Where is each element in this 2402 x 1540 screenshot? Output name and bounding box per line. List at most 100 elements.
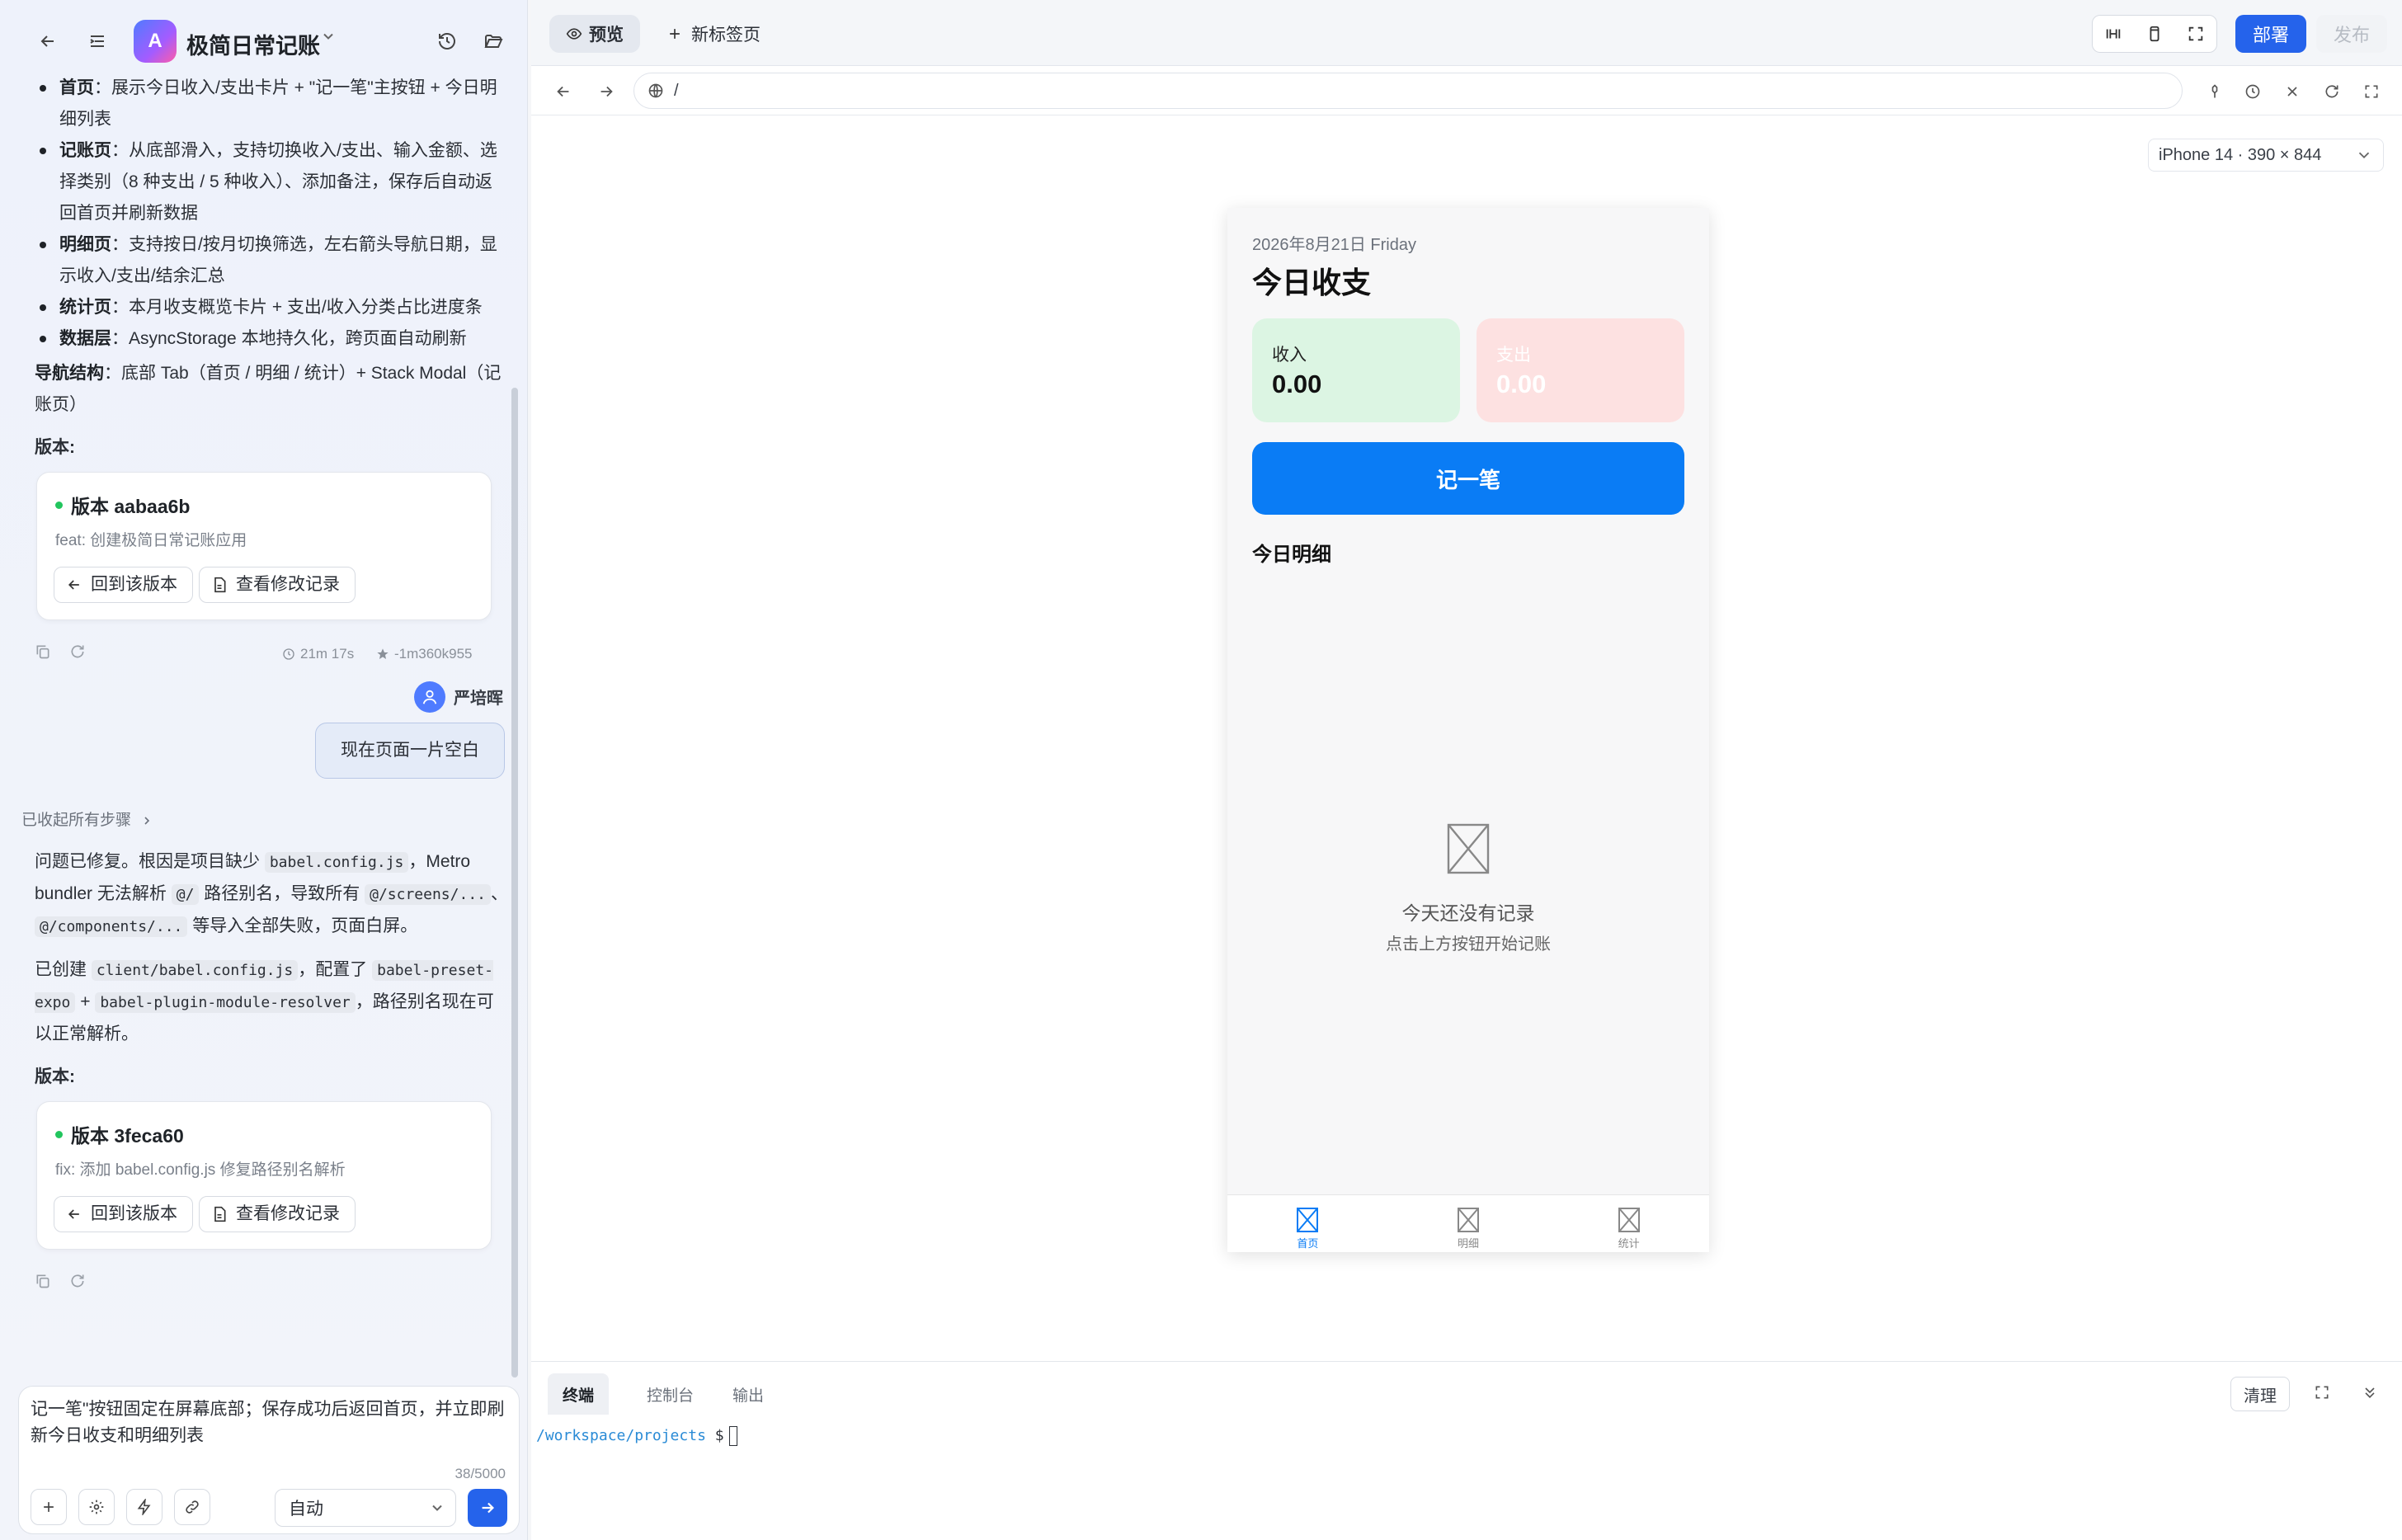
- add-button[interactable]: [31, 1489, 67, 1525]
- collapse-icon[interactable]: [2356, 1378, 2384, 1406]
- list-item: 统计页：本月收支概览卡片 + 支出/收入分类占比进度条: [23, 292, 510, 323]
- clear-button[interactable]: 清理: [2230, 1377, 2290, 1411]
- url-field[interactable]: [633, 73, 2183, 109]
- mode-select[interactable]: 自动: [275, 1489, 456, 1527]
- terminal-panel: 终端 控制台 输出 清理 /workspace/projects $: [531, 1361, 2402, 1540]
- token-count: -1m360k955: [376, 638, 473, 670]
- publish-button[interactable]: 发布: [2316, 15, 2387, 53]
- url-input[interactable]: [674, 81, 2076, 101]
- terminal-output[interactable]: /workspace/projects $: [536, 1426, 737, 1446]
- chevron-down-icon: [432, 1505, 442, 1511]
- address-bar: [531, 66, 2402, 115]
- app-title[interactable]: 极简日常记账: [186, 28, 320, 60]
- deploy-button[interactable]: 部署: [2235, 15, 2306, 53]
- char-counter: 38/5000: [454, 1466, 506, 1481]
- chevron-down-icon: [2358, 152, 2370, 159]
- duration: 21m 17s: [282, 638, 354, 670]
- reply-paragraph-1: 问题已修复。根因是项目缺少 babel.config.js ，Metro bund…: [35, 852, 508, 937]
- terminal-cursor: [728, 1426, 737, 1446]
- history-icon[interactable]: [429, 23, 465, 59]
- app-logo: A: [134, 20, 177, 63]
- clock-icon: [283, 648, 294, 660]
- message-meta: 21m 17s -1m360k955: [23, 629, 510, 678]
- copy-icon[interactable]: [35, 643, 51, 660]
- chevron-down-icon[interactable]: [320, 28, 337, 49]
- chat-header: A 极简日常记账: [0, 0, 528, 82]
- close-icon[interactable]: [2278, 78, 2306, 106]
- tab-home[interactable]: 首页: [1227, 1195, 1388, 1252]
- gear-icon: [89, 1500, 104, 1514]
- list-item: 明细页：支持按日/按月切换筛选，左右箭头导航日期，显示收入/支出/结余汇总: [23, 229, 510, 292]
- version-label: 版本:: [35, 438, 75, 457]
- device-select[interactable]: iPhone 14 · 390 × 844: [2148, 139, 2384, 172]
- version-title: 版本 aabaa6b: [55, 491, 190, 522]
- user-message: 现在页面一片空白: [315, 723, 505, 779]
- chat-scrollbar[interactable]: [511, 388, 518, 1378]
- quick-action-button[interactable]: [126, 1489, 162, 1525]
- expand-icon[interactable]: [2357, 78, 2386, 106]
- back-icon[interactable]: [549, 78, 577, 106]
- expense-card[interactable]: 支出 0.00: [1477, 318, 1684, 422]
- settings-button[interactable]: [78, 1489, 115, 1525]
- version-card: 版本 aabaa6b feat: 创建极简日常记账应用 回到该版本 查看修改记录: [36, 472, 492, 620]
- record-button[interactable]: 记一笔: [1252, 442, 1684, 515]
- device-icon[interactable]: [2134, 16, 2175, 52]
- refresh-icon[interactable]: [69, 1273, 86, 1289]
- plus-icon: [44, 1502, 54, 1512]
- revert-version-button[interactable]: 回到该版本: [54, 567, 193, 603]
- version-desc: feat: 创建极简日常记账应用: [55, 532, 247, 549]
- history-icon[interactable]: [2239, 78, 2267, 106]
- view-mode-group: [2092, 15, 2217, 53]
- inspect-icon[interactable]: [2201, 78, 2229, 106]
- avatar: [414, 681, 445, 713]
- empty-title: 今天还没有记录: [1401, 902, 1535, 924]
- forward-icon[interactable]: [592, 78, 620, 106]
- revert-version-button[interactable]: 回到该版本: [54, 1196, 193, 1232]
- preview-area: iPhone 14 · 390 × 844 2026年8月21日 Friday …: [531, 115, 2402, 1361]
- tab-details[interactable]: 明细: [1388, 1195, 1549, 1252]
- eye-icon: [566, 28, 582, 40]
- version-label: 版本:: [35, 1067, 75, 1086]
- user-name: 严培晖: [454, 690, 503, 708]
- income-card[interactable]: 收入 0.00: [1252, 318, 1460, 422]
- arrow-right-icon: [482, 1502, 494, 1514]
- message-composer: 38/5000 自动: [18, 1386, 520, 1534]
- back-icon[interactable]: [30, 23, 66, 59]
- fullscreen-icon[interactable]: [2175, 16, 2216, 52]
- section-title: 今日明细: [1252, 544, 1331, 566]
- send-button[interactable]: [468, 1489, 507, 1527]
- view-changes-button[interactable]: 查看修改记录: [199, 1196, 356, 1232]
- message-meta: [23, 1258, 510, 1307]
- tab-preview[interactable]: 预览: [549, 15, 640, 53]
- link-button[interactable]: [174, 1489, 210, 1525]
- menu-icon[interactable]: [79, 23, 115, 59]
- tab-stats[interactable]: 统计: [1548, 1195, 1709, 1252]
- date-label: 2026年8月21日 Friday: [1252, 236, 1416, 254]
- arrow-left-icon: [68, 580, 79, 590]
- chevron-right-icon: [144, 817, 150, 825]
- expense-value: 0.00: [1496, 370, 1547, 398]
- copy-icon[interactable]: [35, 1273, 51, 1289]
- tab-output[interactable]: 输出: [718, 1373, 779, 1415]
- lightning-icon: [137, 1499, 151, 1515]
- chat-panel: A 极简日常记账 首页：展示今日收入/支出卡片 + "记一笔"主按钮 + 今日明…: [0, 0, 528, 1540]
- chat-messages[interactable]: 首页：展示今日收入/支出卡片 + "记一笔"主按钮 + 今日明细列表 记账页：从…: [23, 73, 510, 1376]
- view-changes-button[interactable]: 查看修改记录: [199, 567, 356, 603]
- list-item: 记账页：从底部滑入，支持切换收入/支出、输入金额、选择类别（8 种支出 / 5 …: [23, 135, 510, 229]
- globe-icon: [648, 83, 663, 98]
- refresh-icon[interactable]: [69, 643, 86, 660]
- page-title: 今日收支: [1252, 266, 1372, 299]
- file-icon: [214, 1206, 226, 1222]
- folder-icon[interactable]: [475, 23, 511, 59]
- tab-terminal[interactable]: 终端: [548, 1373, 610, 1415]
- message-input[interactable]: [31, 1396, 509, 1467]
- split-view-icon[interactable]: [2093, 16, 2134, 52]
- tab-console[interactable]: 控制台: [632, 1373, 709, 1415]
- home-icon: [1297, 1208, 1319, 1232]
- expand-icon[interactable]: [2308, 1378, 2336, 1406]
- reload-icon[interactable]: [2318, 78, 2346, 106]
- tab-new[interactable]: 新标签页: [666, 21, 761, 46]
- reply-paragraph-2: 已创建 client/babel.config.js ，配置了 babel-pre…: [35, 960, 494, 1043]
- collapsed-steps-toggle[interactable]: 已收起所有步骤: [23, 805, 510, 836]
- expense-label: 支出: [1496, 346, 1531, 365]
